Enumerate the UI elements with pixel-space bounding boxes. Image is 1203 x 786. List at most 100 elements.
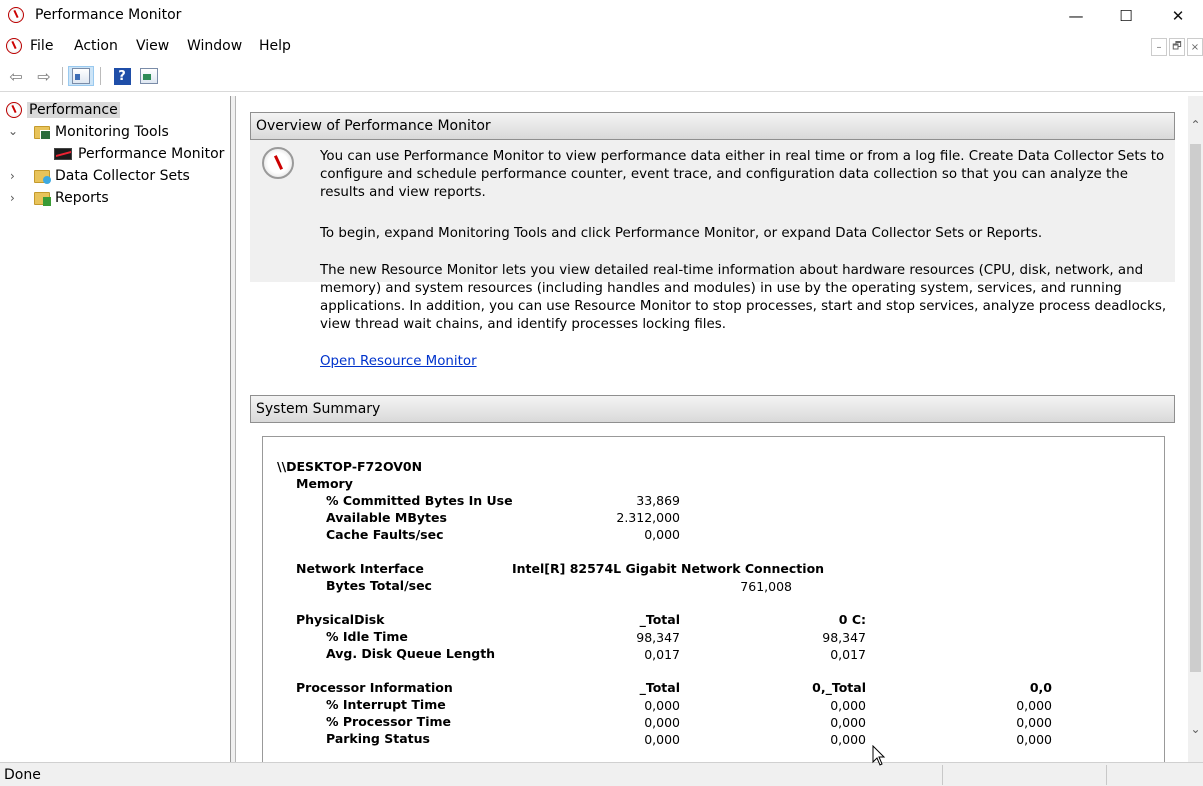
tree-item-label: Performance <box>27 102 120 118</box>
counter-name: Available MBytes <box>326 510 447 525</box>
counter-value: 0,000 <box>830 698 866 713</box>
column-header: _Total <box>639 612 680 627</box>
counter-name: % Interrupt Time <box>326 697 446 712</box>
tree-item-performance[interactable]: Performance <box>6 100 120 120</box>
counter-value: 0,000 <box>1016 732 1052 747</box>
chevron-right-icon[interactable]: › <box>10 191 15 205</box>
toolbar-separator <box>100 67 101 85</box>
tree-item-reports[interactable]: › Reports <box>8 188 109 208</box>
performance-chart-icon <box>54 148 72 160</box>
counter-value: 0,000 <box>830 715 866 730</box>
title-bar: Performance Monitor — ☐ ✕ <box>0 0 1203 32</box>
content-pane: Overview of Performance Monitor You can … <box>236 96 1188 762</box>
counter-value: 0,017 <box>830 647 866 662</box>
maximize-button[interactable]: ☐ <box>1103 0 1149 32</box>
overview-body: You can use Performance Monitor to view … <box>250 140 1175 369</box>
overview-paragraph-2: To begin, expand Monitoring Tools and cl… <box>320 226 1043 241</box>
menu-view[interactable]: View <box>136 38 169 54</box>
tree-item-label: Performance Monitor <box>78 146 225 162</box>
tree-item-label: Data Collector Sets <box>55 168 190 184</box>
counter-value: 0,000 <box>1016 715 1052 730</box>
mdi-minimize-button[interactable]: – <box>1151 38 1167 56</box>
chevron-right-icon[interactable]: › <box>10 169 15 183</box>
show-hide-console-tree-button[interactable] <box>68 66 94 86</box>
counter-value: 0,000 <box>644 527 680 542</box>
counter-value: 2.312,000 <box>616 510 680 525</box>
toolbar: ⇦ ⇨ ? <box>0 62 1203 92</box>
folder-monitoring-icon <box>34 125 51 140</box>
performance-monitor-app-icon <box>8 7 24 23</box>
counter-value: 0,000 <box>644 698 680 713</box>
system-menu-icon[interactable] <box>6 38 22 54</box>
tree-item-data-collector-sets[interactable]: › Data Collector Sets <box>8 166 190 186</box>
window-title: Performance Monitor <box>35 7 182 23</box>
counter-value: 98,347 <box>636 630 680 645</box>
toolbar-separator <box>62 67 63 85</box>
tree-item-label: Reports <box>55 190 109 206</box>
menu-window[interactable]: Window <box>187 38 242 54</box>
mouse-cursor-icon <box>872 745 886 766</box>
counter-value: 0,017 <box>644 647 680 662</box>
chevron-down-icon[interactable]: ⌄ <box>8 124 18 138</box>
machine-name: \\DESKTOP-F72OV0N <box>277 459 423 474</box>
show-action-pane-button[interactable] <box>138 66 160 86</box>
counter-name: Cache Faults/sec <box>326 527 444 542</box>
console-tree: Performance ⌄ Monitoring Tools Performan… <box>0 96 230 762</box>
counter-value: 0,000 <box>1016 698 1052 713</box>
action-pane-icon <box>140 68 158 84</box>
counter-value: 761,008 <box>740 579 792 594</box>
column-header: 0,_Total <box>812 680 866 695</box>
counter-value: 33,869 <box>636 493 680 508</box>
help-button[interactable]: ? <box>112 66 132 86</box>
folder-data-collector-icon <box>34 169 51 184</box>
mdi-controls: – 🗗 × <box>1151 38 1203 56</box>
counter-name: % Idle Time <box>326 629 408 644</box>
status-bar: Done <box>0 762 1203 786</box>
folder-reports-icon <box>34 191 51 206</box>
overview-paragraph-1: You can use Performance Monitor to view … <box>320 149 1165 200</box>
performance-monitor-icon <box>262 147 294 179</box>
vertical-scrollbar[interactable]: ⌃ ⌄ <box>1188 96 1203 762</box>
close-button[interactable]: ✕ <box>1155 0 1201 32</box>
menu-file[interactable]: File <box>30 38 53 54</box>
physicaldisk-label: PhysicalDisk <box>296 612 385 627</box>
tree-item-label: Monitoring Tools <box>55 124 169 140</box>
counter-value: 0,000 <box>644 715 680 730</box>
tree-item-performance-monitor[interactable]: Performance Monitor <box>54 144 224 164</box>
counter-value: 0,000 <box>644 732 680 747</box>
forward-button[interactable]: ⇨ <box>34 66 54 86</box>
help-icon: ? <box>113 67 131 85</box>
menu-bar: File Action View Window Help <box>0 34 1203 58</box>
column-header: 0,0 <box>1029 680 1052 695</box>
back-button[interactable]: ⇦ <box>6 66 26 86</box>
counter-value: 0,000 <box>830 732 866 747</box>
overview-header: Overview of Performance Monitor <box>250 112 1175 140</box>
overview-paragraph-3: The new Resource Monitor lets you view d… <box>320 263 1167 332</box>
counter-name: % Committed Bytes In Use <box>326 493 513 508</box>
counter-name: % Processor Time <box>326 714 451 729</box>
scroll-up-icon[interactable]: ⌃ <box>1188 118 1203 132</box>
console-tree-icon <box>72 68 90 84</box>
system-summary-header: System Summary <box>250 395 1175 423</box>
counter-value: 98,347 <box>822 630 866 645</box>
counter-name: Avg. Disk Queue Length <box>326 646 496 661</box>
system-summary-panel: \\DESKTOP-F72OV0N Memory % Committed Byt… <box>262 436 1165 762</box>
scroll-down-icon[interactable]: ⌄ <box>1188 722 1203 736</box>
memory-label: Memory <box>296 476 353 491</box>
open-resource-monitor-link[interactable]: Open Resource Monitor <box>320 354 477 369</box>
status-cell <box>942 765 1106 785</box>
menu-help[interactable]: Help <box>259 38 291 54</box>
performance-icon <box>6 102 22 118</box>
menu-action[interactable]: Action <box>74 38 118 54</box>
status-cell <box>1106 765 1203 785</box>
status-text: Done <box>4 767 41 783</box>
mdi-close-button[interactable]: × <box>1187 38 1203 56</box>
counter-name: Parking Status <box>326 731 430 746</box>
processor-information-label: Processor Information <box>296 680 453 695</box>
minimize-button[interactable]: — <box>1053 0 1099 32</box>
tree-item-monitoring-tools[interactable]: ⌄ Monitoring Tools <box>8 122 169 142</box>
scrollbar-thumb[interactable] <box>1190 144 1201 672</box>
mdi-restore-button[interactable]: 🗗 <box>1169 38 1185 56</box>
network-instance: Intel[R] 82574L Gigabit Network Connecti… <box>512 561 825 576</box>
column-header: 0 C: <box>838 612 866 627</box>
